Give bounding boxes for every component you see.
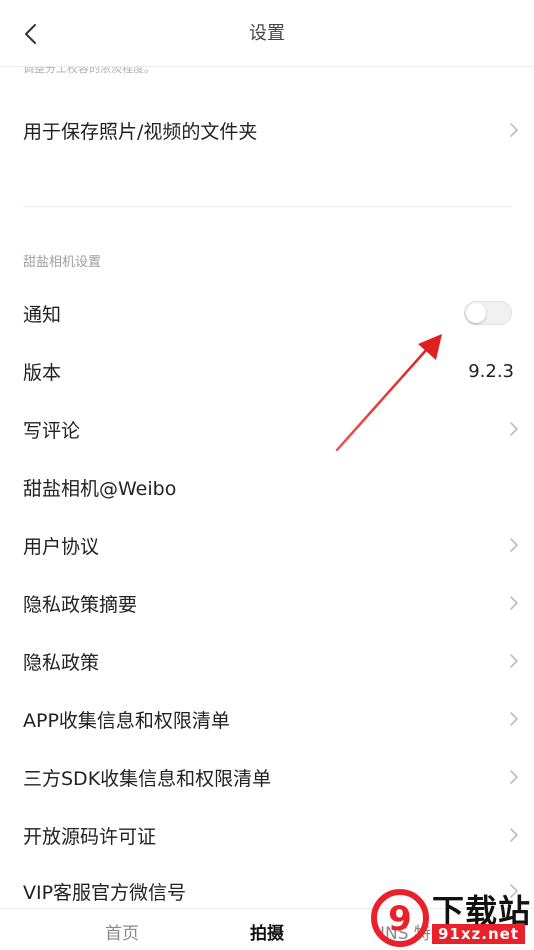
chevron-right-icon	[507, 709, 521, 729]
settings-screen: 设置 调整分工校容的浓淡程度。 用于保存照片/视频的文件夹 甜盐相机设置 通知 …	[0, 0, 534, 950]
chevron-right-icon	[507, 593, 521, 613]
storage-folder-row[interactable]: 用于保存照片/视频的文件夹	[0, 101, 534, 159]
notification-label: 通知	[23, 303, 62, 326]
tab-shoot[interactable]: 拍摄	[250, 919, 284, 944]
privacy-policy-label: 隐私政策	[23, 651, 100, 674]
watermark-url: 91xz.net	[432, 924, 526, 944]
user-agreement-label: 用户协议	[23, 535, 100, 558]
weibo-label: 甜盐相机@Weibo	[23, 477, 177, 500]
app-info-list-label: APP收集信息和权限清单	[23, 709, 230, 732]
privacy-summary-label: 隐私政策摘要	[23, 593, 138, 616]
write-review-label: 写评论	[23, 419, 81, 442]
watermark-logo-glyph: 9	[388, 899, 412, 939]
chevron-right-icon	[507, 419, 521, 439]
chevron-right-icon	[507, 535, 521, 555]
chevron-right-icon	[507, 651, 521, 671]
version-label: 版本	[23, 361, 62, 384]
app-info-list-row[interactable]: APP收集信息和权限清单	[0, 690, 534, 748]
top-bar: 设置	[0, 0, 534, 67]
version-row: 版本 9.2.3	[0, 342, 534, 400]
watermark: 9 下载站 91xz.net	[370, 884, 534, 950]
sdk-info-list-row[interactable]: 三方SDK收集信息和权限清单	[0, 748, 534, 806]
storage-folder-label: 用于保存照片/视频的文件夹	[23, 120, 258, 143]
sdk-info-list-label: 三方SDK收集信息和权限清单	[23, 767, 272, 790]
weibo-row[interactable]: 甜盐相机@Weibo	[0, 458, 534, 516]
tab-home[interactable]: 首页	[105, 919, 139, 944]
toggle-knob	[466, 303, 486, 323]
vip-wechat-label: VIP客服官方微信号	[23, 881, 187, 904]
section-header: 甜盐相机设置	[23, 255, 102, 270]
write-review-row[interactable]: 写评论	[0, 400, 534, 458]
open-source-license-row[interactable]: 开放源码许可证	[0, 806, 534, 864]
watermark-logo-icon: 9	[371, 889, 429, 947]
notification-toggle[interactable]	[464, 301, 512, 325]
page-title: 设置	[249, 23, 285, 44]
version-value: 9.2.3	[468, 360, 514, 382]
section-divider	[23, 206, 512, 207]
user-agreement-row[interactable]: 用户协议	[0, 516, 534, 574]
privacy-summary-row[interactable]: 隐私政策摘要	[0, 574, 534, 632]
chevron-right-icon	[507, 120, 521, 140]
chevron-right-icon	[507, 767, 521, 787]
privacy-policy-row[interactable]: 隐私政策	[0, 632, 534, 690]
chevron-right-icon	[507, 825, 521, 845]
notification-row[interactable]: 通知	[0, 284, 534, 342]
open-source-license-label: 开放源码许可证	[23, 825, 157, 848]
